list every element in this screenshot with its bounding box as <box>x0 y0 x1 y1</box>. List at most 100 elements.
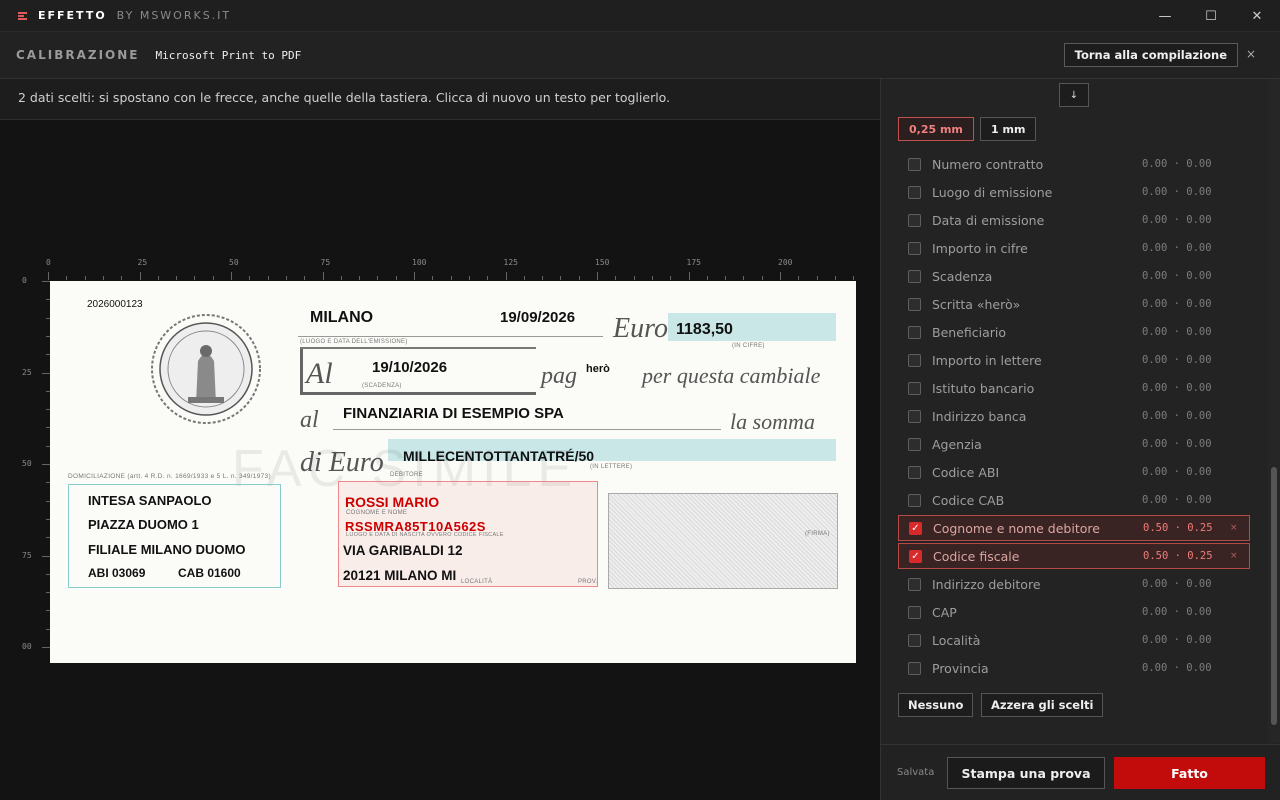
debtor-address[interactable]: VIA GARIBALDI 12 <box>343 543 463 558</box>
field-label: Codice fiscale <box>933 548 1020 564</box>
field-row[interactable]: ✓ Codice fiscale 0.50 · 0.25 × <box>898 543 1250 569</box>
field-offset: 0.00 · 0.00 <box>1142 242 1212 254</box>
cab-code[interactable]: CAB 01600 <box>178 566 241 580</box>
issue-place[interactable]: MILANO <box>310 309 373 327</box>
ruler-label: 0 <box>46 258 51 267</box>
ruler-tick <box>633 276 635 280</box>
field-row[interactable]: Codice ABI 0.00 · 0.00 <box>898 459 1250 485</box>
bank-address[interactable]: PIAZZA DUOMO 1 <box>88 517 199 532</box>
ruler-tick <box>651 276 653 280</box>
field-row[interactable]: Luogo di emissione 0.00 · 0.00 <box>898 179 1250 205</box>
print-test-button[interactable]: Stampa una prova <box>947 757 1105 789</box>
field-row[interactable]: Beneficiario 0.00 · 0.00 <box>898 319 1250 345</box>
ruler-tick <box>285 276 287 280</box>
field-checkbox[interactable] <box>908 409 921 423</box>
field-row[interactable]: Scadenza 0.00 · 0.00 <box>898 263 1250 289</box>
debtor-city[interactable]: 20121 MILANO MI <box>343 568 456 583</box>
field-offset: 0.00 · 0.00 <box>1142 634 1212 646</box>
field-checkbox[interactable] <box>908 157 921 171</box>
issue-place-label: (LUOGO E DATA DELL'EMISSIONE) <box>300 339 408 345</box>
close-calibration-button[interactable]: × <box>1246 47 1256 61</box>
bank-branch[interactable]: FILIALE MILANO DUOMO <box>88 542 245 557</box>
field-checkbox[interactable] <box>908 213 921 227</box>
select-none-button[interactable]: Nessuno <box>898 693 974 717</box>
remove-field-icon[interactable]: × <box>1230 551 1238 561</box>
ruler-tick <box>853 276 855 280</box>
seal-emblem <box>151 314 261 424</box>
euro-script: Euro <box>613 313 668 344</box>
ruler-tick <box>42 281 50 282</box>
field-row[interactable]: Numero contratto 0.00 · 0.00 <box>898 151 1250 177</box>
payee-name[interactable]: FINANZIARIA DI ESEMPIO SPA <box>343 405 564 422</box>
field-row[interactable]: Istituto bancario 0.00 · 0.00 <box>898 375 1250 401</box>
pag-script: pag <box>541 363 577 389</box>
ruler-tick <box>359 276 361 280</box>
field-label: Luogo di emissione <box>932 184 1053 200</box>
field-checkbox[interactable] <box>908 633 921 647</box>
selection-hint: 2 dati scelti: si spostano con le frecce… <box>0 79 880 120</box>
field-checkbox[interactable] <box>908 269 921 283</box>
debtor-name[interactable]: ROSSI MARIO <box>345 494 439 510</box>
app-brand-sub: BY MSWORKS.IT <box>116 9 232 22</box>
promissory-note-preview: 2026000123 MILANO 19/09/2026 (LUOGO E DA… <box>50 281 856 663</box>
back-to-form-button[interactable]: Torna alla compilazione <box>1063 43 1238 67</box>
field-checkbox[interactable] <box>908 493 921 507</box>
field-checkbox[interactable] <box>908 577 921 591</box>
field-row[interactable]: Indirizzo banca 0.00 · 0.00 <box>898 403 1250 429</box>
field-row[interactable]: Data di emissione 0.00 · 0.00 <box>898 207 1250 233</box>
bank-name[interactable]: INTESA SANPAOLO <box>88 493 212 508</box>
field-checkbox[interactable] <box>908 325 921 339</box>
field-row[interactable]: CAP 0.00 · 0.00 <box>898 599 1250 625</box>
ruler-tick <box>450 276 452 280</box>
ruler-tick <box>542 276 544 280</box>
ruler-label: 150 <box>595 258 610 267</box>
contract-number[interactable]: 2026000123 <box>87 299 143 310</box>
ruler-label: 200 <box>778 258 793 267</box>
minimize-button[interactable]: — <box>1142 0 1188 32</box>
field-checkbox[interactable] <box>908 297 921 311</box>
field-row[interactable]: Codice CAB 0.00 · 0.00 <box>898 487 1250 513</box>
field-checkbox[interactable]: ✓ <box>909 549 922 563</box>
field-row[interactable]: Importo in cifre 0.00 · 0.00 <box>898 235 1250 261</box>
field-checkbox[interactable]: ✓ <box>909 521 922 535</box>
issue-date[interactable]: 19/09/2026 <box>500 309 575 326</box>
scrollbar-thumb[interactable] <box>1271 467 1277 725</box>
printer-name: Microsoft Print to PDF <box>155 48 302 62</box>
field-row[interactable]: Scritta «herò» 0.00 · 0.00 <box>898 291 1250 317</box>
field-checkbox[interactable] <box>908 661 921 675</box>
done-button[interactable]: Fatto <box>1114 757 1265 789</box>
field-row[interactable]: Località 0.00 · 0.00 <box>898 627 1250 653</box>
step-1mm-button[interactable]: 1 mm <box>980 117 1037 141</box>
panel-footer: Salvata Stampa una prova Fatto <box>881 744 1280 800</box>
hero-text[interactable]: herò <box>586 363 610 375</box>
ruler-tick <box>377 276 379 280</box>
field-offset: 0.00 · 0.00 <box>1142 578 1212 590</box>
field-checkbox[interactable] <box>908 381 921 395</box>
arrow-down-button[interactable]: ↓ <box>1059 83 1089 107</box>
field-row[interactable]: Importo in lettere 0.00 · 0.00 <box>898 347 1250 373</box>
ruler-tick <box>139 272 141 280</box>
field-row[interactable]: Indirizzo debitore 0.00 · 0.00 <box>898 571 1250 597</box>
remove-field-icon[interactable]: × <box>1230 523 1238 533</box>
ruler-tick <box>414 272 415 280</box>
maximize-button[interactable]: ☐ <box>1188 0 1234 32</box>
ruler-tick <box>780 272 781 280</box>
abi-code[interactable]: ABI 03069 <box>88 566 145 580</box>
field-row[interactable]: ✓ Cognome e nome debitore 0.50 · 0.25 × <box>898 515 1250 541</box>
field-checkbox[interactable] <box>908 353 921 367</box>
field-checkbox[interactable] <box>908 465 921 479</box>
field-checkbox[interactable] <box>908 605 921 619</box>
field-row[interactable]: Provincia 0.00 · 0.00 <box>898 655 1250 681</box>
field-row[interactable]: Agenzia 0.00 · 0.00 <box>898 431 1250 457</box>
menu-icon[interactable] <box>18 11 28 20</box>
panel-scrollbar[interactable] <box>1268 79 1280 743</box>
step-0-25mm-button[interactable]: 0,25 mm <box>898 117 974 141</box>
amount-figures[interactable]: 1183,50 <box>676 321 733 339</box>
field-checkbox[interactable] <box>908 185 921 199</box>
close-window-button[interactable]: ✕ <box>1234 0 1280 32</box>
field-checkbox[interactable] <box>908 437 921 451</box>
ruler-tick <box>102 276 104 280</box>
due-date[interactable]: 19/10/2026 <box>372 359 447 376</box>
reset-selected-button[interactable]: Azzera gli scelti <box>981 693 1104 717</box>
field-checkbox[interactable] <box>908 241 921 255</box>
